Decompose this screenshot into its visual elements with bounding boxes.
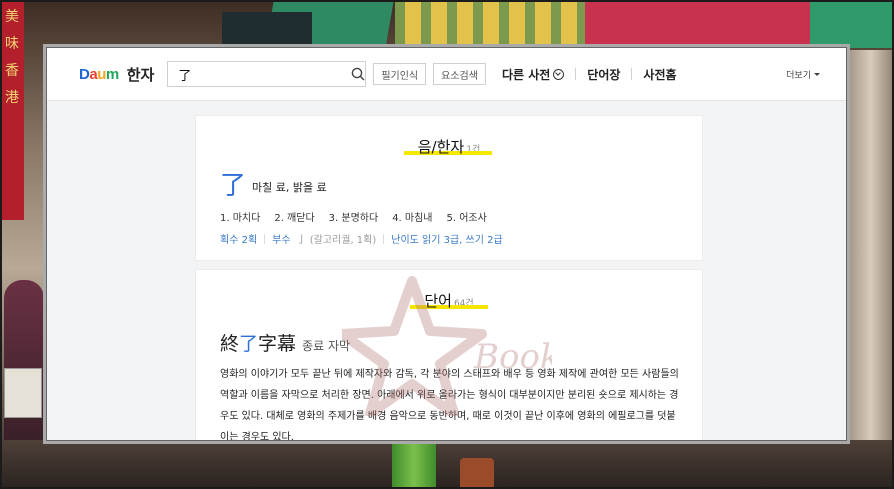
meaning-item: 1. 마치다 <box>220 213 261 224</box>
daum-logo-letter-d: D <box>79 65 90 83</box>
handwriting-button[interactable]: 필기인식 <box>373 63 427 85</box>
more-label: 더보기 <box>786 71 811 81</box>
section-title-word: 단어 64건 <box>196 290 702 311</box>
awning-stripes <box>395 0 585 48</box>
hanja-meta: 획수 2획 부수 亅 (갈고리궐, 1획) 난이도 읽기 3급, 쓰기 2급 <box>220 231 702 246</box>
word-description: 영화의 이야기가 모두 끝난 뒤에 제작자와 감독, 각 분야의 스태프와 배우… <box>220 369 679 440</box>
section-title-text: 음/한자 <box>417 138 465 156</box>
nav-other-dictionaries[interactable]: 다른 사전 <box>501 66 565 83</box>
word-entry[interactable]: 終了字幕 종료 자막 <box>220 329 702 356</box>
search-input[interactable] <box>168 65 351 83</box>
word-hanja: 終了字幕 <box>220 329 296 356</box>
dictionary-window: Daum 한자 필기인식 요소검색 다른 사전 단어장 사전홈 <box>47 48 846 440</box>
radical-value: 亅 (갈고리궐, 1획) <box>296 235 377 246</box>
header-nav: 다른 사전 단어장 사전홈 <box>502 66 677 83</box>
sound-hanja-card: 음/한자 1건 了 마칠 료, 밝을 료 1. 마치다 2. 깨닫다 3. 분명하… <box>195 115 703 261</box>
nav-dictionary-home[interactable]: 사전홈 <box>643 66 676 83</box>
nav-other-dictionaries-label: 다른 사전 <box>501 67 551 82</box>
meta-divider <box>264 233 266 244</box>
meaning-item: 4. 마침내 <box>392 213 433 224</box>
daum-logo: Daum <box>79 66 119 83</box>
product-box <box>4 368 42 418</box>
main-content: 음/한자 1건 了 마칠 료, 밝을 료 1. 마치다 2. 깨닫다 3. 분명하… <box>47 101 846 440</box>
jar <box>460 458 494 489</box>
nav-divider <box>631 68 633 80</box>
radical-label: 부수 <box>272 235 291 246</box>
nav-divider <box>575 68 577 80</box>
caret-down-icon <box>814 73 820 76</box>
word-hanja-part: 終 <box>220 333 240 355</box>
awning-red <box>585 0 810 50</box>
meaning-item: 2. 깨닫다 <box>274 213 315 224</box>
site-header: Daum 한자 필기인식 요소검색 다른 사전 단어장 사전홈 <box>47 48 846 101</box>
stroke-count: 획수 2획 <box>220 235 258 246</box>
awning-green-right <box>810 0 894 48</box>
service-title: 한자 <box>126 65 155 84</box>
section-title-sound: 음/한자 1건 <box>196 136 702 157</box>
market-stall-bottom <box>0 440 894 489</box>
drink-can <box>392 440 436 489</box>
search-box <box>167 61 367 87</box>
search-icon[interactable] <box>350 62 365 86</box>
section-title-text: 단어 <box>424 292 452 310</box>
shop-sign <box>222 12 312 48</box>
nav-wordbook[interactable]: 단어장 <box>587 66 620 83</box>
chevron-down-icon <box>553 68 565 80</box>
difficulty-level: 난이도 읽기 3급, 쓰기 2급 <box>391 235 503 246</box>
meaning-item: 5. 어조사 <box>446 213 487 224</box>
radical-search-button[interactable]: 요소검색 <box>433 63 486 85</box>
meaning-item: 3. 분명하다 <box>328 213 379 224</box>
meaning-list: 1. 마치다 2. 깨닫다 3. 분명하다 4. 마침내 5. 어조사 <box>220 209 702 224</box>
right-pillar <box>848 50 894 440</box>
red-banner-text: 美 味 香 港 <box>5 9 19 106</box>
daum-logo-letter-a: a <box>89 65 98 83</box>
hanja-reading: 마칠 료, 밝을 료 <box>252 181 327 194</box>
word-reading: 종료 자막 <box>302 339 351 353</box>
word-card: 단어 64건 終了字幕 종료 자막 영화의 이야기가 모두 끝난 뒤에 제작자와 … <box>195 269 703 440</box>
hanja-character-link[interactable]: 了 <box>220 173 246 199</box>
daum-logo-letter-m: m <box>105 65 119 83</box>
word-hanja-highlight: 了 <box>239 333 259 355</box>
meta-divider <box>383 233 385 244</box>
daum-logo-letter-u: u <box>97 65 106 83</box>
more-menu[interactable]: 더보기 <box>786 68 820 81</box>
hanja-entry: 了 마칠 료, 밝을 료 <box>220 173 702 199</box>
word-hanja-part: 字幕 <box>258 333 297 355</box>
daum-hanja-logo[interactable]: Daum 한자 <box>79 64 154 85</box>
